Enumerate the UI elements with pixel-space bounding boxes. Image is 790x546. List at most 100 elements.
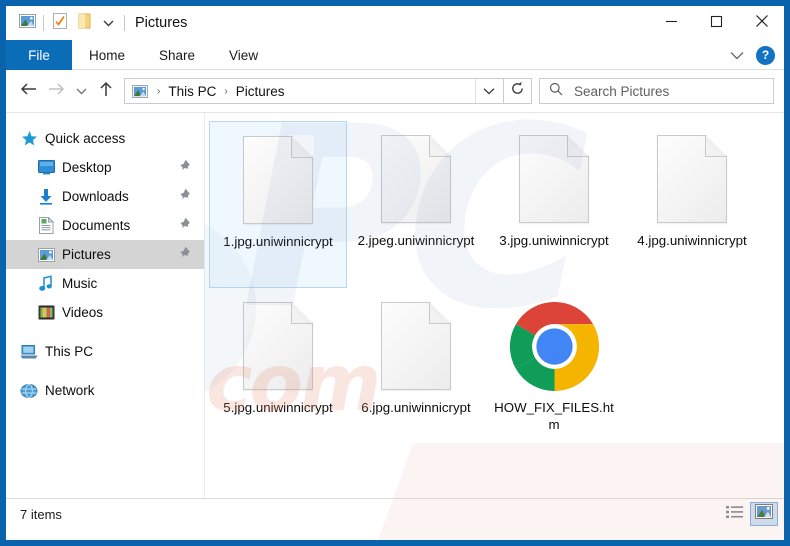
pin-icon[interactable] — [180, 159, 192, 177]
quick-access-toolbar: Pictures — [6, 6, 187, 40]
breadcrumb-separator-2: › — [224, 85, 228, 97]
sidebar-item-label: Documents — [62, 218, 131, 233]
arrow-left-icon — [20, 82, 37, 101]
sidebar-item-label: Videos — [62, 305, 104, 320]
quick-access-properties[interactable] — [48, 11, 72, 35]
thispc-icon — [20, 343, 38, 361]
title-bar: Pictures — [6, 6, 784, 40]
maximize-button[interactable] — [694, 6, 739, 36]
pin-icon[interactable] — [180, 246, 192, 264]
recent-locations-button[interactable] — [70, 77, 92, 105]
minimize-icon — [665, 15, 678, 28]
file-item[interactable]: 6.jpg.uniwinnicrypt — [347, 288, 485, 455]
item-count: 7 items — [20, 506, 62, 522]
help-button[interactable]: ? — [756, 45, 775, 65]
sidebar-item-videos[interactable]: Videos — [6, 298, 204, 327]
pin-icon[interactable] — [180, 217, 192, 235]
address-bar[interactable]: › This PC › Pictures — [124, 78, 504, 104]
pin-icon[interactable] — [180, 188, 192, 206]
sidebar-item-documents[interactable]: Documents — [6, 211, 204, 240]
chevron-down-icon — [103, 14, 114, 32]
chevron-down-icon — [483, 82, 495, 100]
sidebar-item-network[interactable]: Network — [6, 376, 204, 405]
close-icon — [755, 14, 769, 28]
tab-file[interactable]: File — [6, 40, 72, 70]
file-icon — [506, 131, 602, 227]
close-button[interactable] — [739, 6, 784, 36]
sidebar-item-pictures[interactable]: Pictures — [6, 240, 204, 269]
chevron-down-icon — [730, 51, 744, 60]
expand-ribbon-button[interactable] — [722, 43, 752, 67]
refresh-icon — [510, 81, 525, 101]
file-name: 3.jpg.uniwinnicrypt — [499, 233, 609, 248]
breadcrumb-pictures[interactable]: Pictures — [234, 84, 287, 99]
blank-document-icon — [381, 134, 452, 223]
sidebar-item-this-pc[interactable]: This PC — [6, 337, 204, 366]
search-icon — [549, 82, 563, 101]
ribbon-right-controls: ? — [722, 40, 780, 70]
pictures-folder-icon — [18, 13, 36, 33]
toolbar-divider-2 — [124, 15, 125, 31]
file-icon — [644, 131, 740, 227]
blank-document-icon — [381, 301, 452, 390]
sidebar-item-downloads[interactable]: Downloads — [6, 182, 204, 211]
blank-document-icon — [243, 135, 314, 224]
file-item[interactable]: 3.jpg.uniwinnicrypt — [485, 121, 623, 288]
breadcrumb-this-pc[interactable]: This PC — [166, 84, 218, 99]
sidebar-item-label: Downloads — [62, 189, 129, 204]
window-controls — [649, 6, 784, 36]
sidebar-item-label: Network — [45, 383, 95, 398]
large-icons-view-button[interactable] — [750, 502, 778, 526]
address-bar-row: › This PC › Pictures — [6, 70, 784, 112]
sidebar-item-desktop[interactable]: Desktop — [6, 153, 204, 182]
file-item[interactable]: 2.jpeg.uniwinnicrypt — [347, 121, 485, 288]
sidebar-item-quick-access[interactable]: Quick access — [6, 124, 204, 153]
tab-share[interactable]: Share — [142, 40, 212, 70]
large-icons-view-icon — [755, 504, 773, 524]
file-item[interactable]: 1.jpg.uniwinnicrypt — [209, 121, 347, 288]
file-name: 1.jpg.uniwinnicrypt — [223, 234, 333, 249]
sidebar-item-label: Pictures — [62, 247, 111, 262]
up-button[interactable] — [92, 77, 120, 105]
minimize-button[interactable] — [649, 6, 694, 36]
arrow-right-icon — [48, 82, 65, 101]
chevron-down-icon — [76, 82, 87, 100]
blank-document-icon — [243, 301, 314, 390]
pictures-folder-icon — [132, 84, 148, 98]
details-view-button[interactable] — [720, 502, 748, 526]
status-bar: 7 items — [6, 498, 784, 529]
quick-access-customize[interactable] — [96, 11, 120, 35]
maximize-icon — [710, 15, 723, 28]
quick-access-pictures[interactable] — [15, 11, 39, 35]
chrome-icon — [509, 301, 599, 391]
search-input[interactable] — [574, 83, 773, 99]
file-item[interactable]: 4.jpg.uniwinnicrypt — [623, 121, 761, 288]
quick-access-new-folder[interactable] — [72, 11, 96, 35]
ribbon-tab-strip: File Home Share View ? — [6, 40, 784, 70]
network-icon — [20, 382, 38, 400]
window-body: Pictures File Home Share View ? › This P… — [6, 6, 784, 540]
file-list-pane[interactable]: 1.jpg.uniwinnicrypt 2.jpeg.uniwinnicrypt — [204, 113, 784, 498]
download-icon — [37, 188, 55, 206]
explorer-window: Pictures File Home Share View ? › This P… — [0, 0, 790, 546]
file-icon — [506, 298, 602, 394]
sidebar-item-music[interactable]: Music — [6, 269, 204, 298]
sidebar-item-label: Music — [62, 276, 98, 291]
forward-button[interactable] — [42, 77, 70, 105]
back-button[interactable] — [14, 77, 42, 105]
file-icon — [368, 298, 464, 394]
file-item[interactable]: HOW_FIX_FILES.htm — [485, 288, 623, 455]
file-name: 2.jpeg.uniwinnicrypt — [357, 233, 475, 248]
address-dropdown-button[interactable] — [475, 79, 501, 103]
file-name: 5.jpg.uniwinnicrypt — [223, 400, 333, 415]
arrow-up-icon — [99, 81, 113, 102]
new-folder-icon — [78, 13, 91, 34]
file-icon — [368, 131, 464, 227]
search-box[interactable] — [539, 78, 774, 104]
sidebar-item-label: This PC — [45, 344, 94, 359]
file-name: 4.jpg.uniwinnicrypt — [637, 233, 747, 248]
tab-home[interactable]: Home — [72, 40, 142, 70]
file-item[interactable]: 5.jpg.uniwinnicrypt — [209, 288, 347, 455]
tab-view[interactable]: View — [212, 40, 275, 70]
refresh-button[interactable] — [504, 78, 532, 104]
